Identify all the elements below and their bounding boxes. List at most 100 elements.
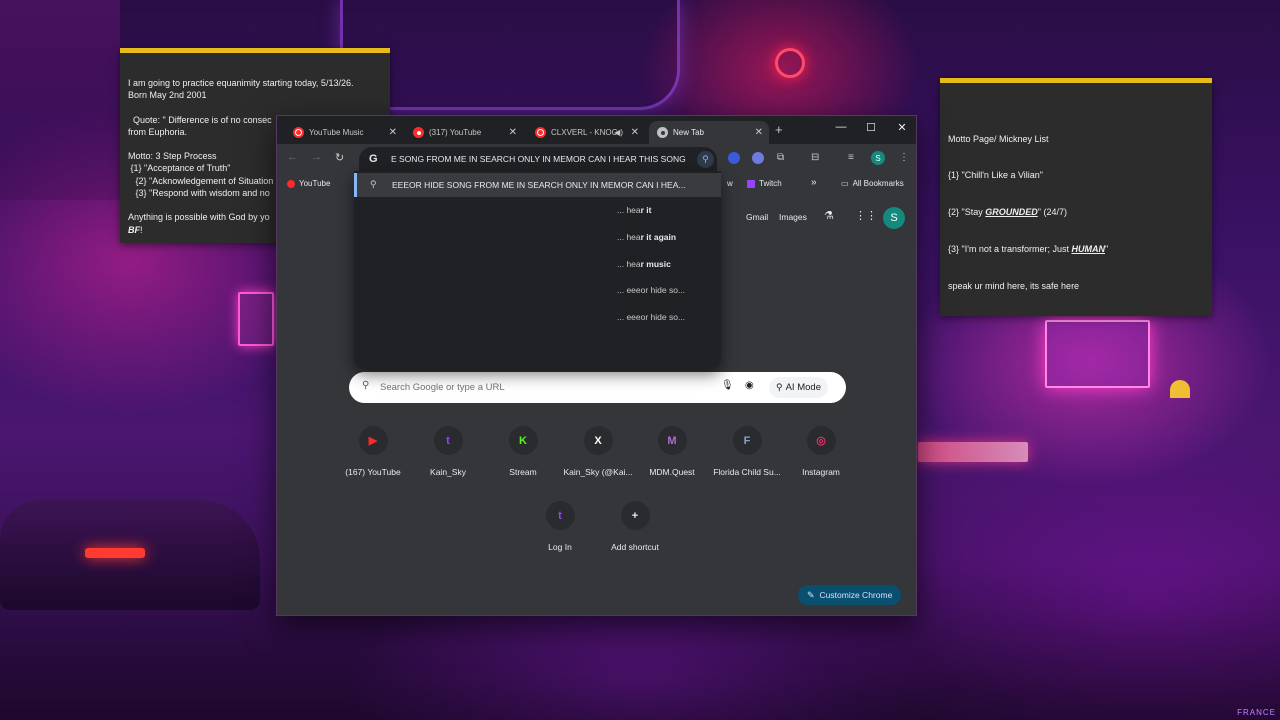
instagram-icon: ◎ [806, 426, 836, 455]
bookmark-twitch[interactable]: Twitch [747, 179, 782, 188]
menu-dots-icon[interactable]: ⋮ [899, 152, 909, 163]
youtube-icon [287, 179, 295, 188]
gmail-link[interactable]: Gmail [746, 212, 768, 222]
shortcut-label: Kain_Sky (@Kai... [563, 467, 633, 477]
suggestion-item[interactable]: ... hear it again [617, 232, 676, 242]
address-bar[interactable]: G E SONG FROM ME IN SEARCH ONLY IN MEMOR… [359, 147, 717, 172]
search-icon[interactable]: ⚲ [697, 151, 714, 168]
suggestion-item[interactable]: ... eeeor hide so... [617, 312, 685, 322]
microphone-icon[interactable]: 🎙 [721, 380, 734, 391]
wallpaper-neon-sign [340, 0, 680, 110]
suggestion-prefix: ... eeeor hide so... [617, 285, 686, 295]
bookmark-youtube[interactable]: YouTube [287, 179, 330, 188]
note-line: {2} "Stay GROUNDED" (24/7) [948, 206, 1204, 218]
note-line: {3} "I'm not a transformer; Just HUMAN" [948, 243, 1204, 255]
ai-mode-label: AI Mode [785, 382, 821, 393]
close-window-button[interactable]: ✕ [890, 121, 914, 134]
all-bookmarks-button[interactable]: ▭ All Bookmarks [841, 179, 904, 188]
shortcut-log-in[interactable]: t Log In [522, 501, 598, 552]
shortcut-label: Add shortcut [611, 542, 659, 552]
tab-youtube[interactable]: (317) YouTube ✕ [405, 121, 523, 144]
youtube-icon [413, 127, 424, 138]
extension-icon[interactable] [752, 152, 764, 164]
suggestion-item[interactable]: ... eeeor hide so... [617, 285, 685, 295]
account-avatar[interactable]: S [883, 207, 905, 229]
ai-mode-button[interactable]: ⚲ AI Mode [769, 377, 828, 398]
reload-button[interactable]: ↻ [335, 151, 344, 164]
extension-icon[interactable] [728, 152, 740, 164]
bookmark-w[interactable]: w [727, 179, 733, 188]
media-controls-icon[interactable]: ≡ [848, 152, 854, 163]
maximize-button[interactable]: ☐ [859, 121, 883, 134]
add-shortcut-button[interactable]: + Add shortcut [597, 501, 673, 552]
close-icon[interactable]: ✕ [755, 127, 763, 138]
sticky-note-text[interactable]: Motto Page/ Mickney List {1} "Chill'n Li… [940, 83, 1212, 316]
ai-sparkle-icon: ⚲ [776, 382, 783, 392]
minimize-button[interactable]: — [829, 121, 853, 133]
omnibox-suggestions: ⚲ EEEOR HIDE SONG FROM ME IN SEARCH ONLY… [354, 171, 721, 368]
lens-camera-icon[interactable]: ◉ [745, 380, 754, 391]
pencil-icon: ✎ [807, 589, 815, 600]
note-line: Born May 2nd 2001 [128, 90, 207, 101]
extensions-puzzle-icon[interactable]: ⧉ [777, 152, 784, 163]
speaker-icon[interactable]: ◀) [614, 128, 623, 137]
folder-icon: ▭ [841, 179, 849, 188]
wallpaper-arch-sign [1170, 380, 1190, 398]
labs-flask-icon[interactable]: ⚗ [824, 209, 834, 222]
corner-brand: FRANCE [1237, 708, 1276, 717]
tab-title: (317) YouTube [429, 128, 482, 137]
customize-chrome-button[interactable]: ✎ Customize Chrome [798, 585, 902, 605]
note-emphasis: GROUNDED [985, 207, 1038, 218]
shortcut-label: Florida Child Su... [713, 467, 781, 477]
note-line: {1} "Chill'n Like a Vilian" [948, 170, 1044, 181]
sticky-note-right[interactable]: Motto Page/ Mickney List {1} "Chill'n Li… [940, 78, 1212, 316]
suggestion-item[interactable]: ... hear music [617, 259, 671, 269]
shortcut-stream[interactable]: K Stream [485, 426, 561, 477]
new-tab-button[interactable]: + [775, 122, 783, 137]
google-icon: G [369, 153, 378, 165]
close-icon[interactable]: ✕ [509, 127, 517, 138]
shortcut-mdm-quest[interactable]: M MDM.Quest [634, 426, 710, 477]
images-link[interactable]: Images [779, 212, 807, 222]
tab-search-icon[interactable]: ⊟ [811, 152, 819, 163]
tab-youtube-music[interactable]: YouTube Music ✕ [285, 121, 403, 144]
close-icon[interactable]: ✕ [389, 127, 397, 138]
customize-label: Customize Chrome [819, 590, 893, 600]
note-emphasis: BF [128, 224, 140, 235]
florida-icon: F [732, 426, 762, 455]
shortcut-label: Stream [509, 467, 537, 477]
close-icon[interactable]: ✕ [631, 127, 639, 138]
profile-avatar[interactable]: S [871, 151, 885, 165]
shortcut-label: (167) YouTube [345, 467, 401, 477]
note-line: Motto Page/ Mickney List [948, 133, 1049, 144]
suggestion-text: EEEOR HIDE SONG FROM ME IN SEARCH ONLY I… [392, 180, 686, 190]
shortcut-kain-sky[interactable]: t Kain_Sky [410, 426, 486, 477]
suggestion-prefix: ... eeeor hide so... [617, 312, 686, 322]
tab-clxverl[interactable]: CLXVERL - KNOC ◀) ✕ [527, 121, 645, 144]
note-line: speak ur mind here, its safe here [948, 281, 1080, 292]
forward-button[interactable]: → [311, 151, 322, 163]
ntp-search-box[interactable]: ⚲ 🎙 ◉ ⚲AI Mode [349, 372, 846, 403]
note-emphasis: HUMAN [1071, 244, 1105, 255]
shortcut-florida-child-support[interactable]: F Florida Child Su... [709, 426, 785, 477]
address-input[interactable]: E SONG FROM ME IN SEARCH ONLY IN MEMOR C… [391, 154, 693, 164]
chrome-window: YouTube Music ✕ (317) YouTube ✕ CLXVERL … [276, 115, 917, 616]
twitch-icon: t [433, 426, 463, 455]
suggestion-prefix: ... hea [617, 259, 641, 269]
bookmark-label: YouTube [299, 179, 331, 188]
suggestion-item[interactable]: ... hear it [617, 205, 652, 215]
apps-grid-icon[interactable]: ⋮⋮ [855, 209, 877, 222]
note-text: ! [140, 224, 143, 235]
suggestion-item[interactable]: ⚲ EEEOR HIDE SONG FROM ME IN SEARCH ONLY… [354, 173, 721, 197]
shortcut-instagram[interactable]: ◎ Instagram [783, 426, 859, 477]
wallpaper-neon-screen [1045, 320, 1150, 388]
bookmarks-overflow-button[interactable]: » [811, 177, 817, 188]
shortcut-label: Instagram [802, 467, 840, 477]
shortcut-kain-sky-x[interactable]: X Kain_Sky (@Kai... [560, 426, 636, 477]
search-input[interactable] [380, 379, 700, 395]
shortcut-youtube[interactable]: ▶ (167) YouTube [335, 426, 411, 477]
suggestion-completion: r it [640, 205, 652, 215]
back-button[interactable]: ← [287, 151, 298, 163]
tab-new-tab[interactable]: New Tab ✕ [649, 121, 769, 144]
twitch-icon: t [545, 501, 575, 530]
